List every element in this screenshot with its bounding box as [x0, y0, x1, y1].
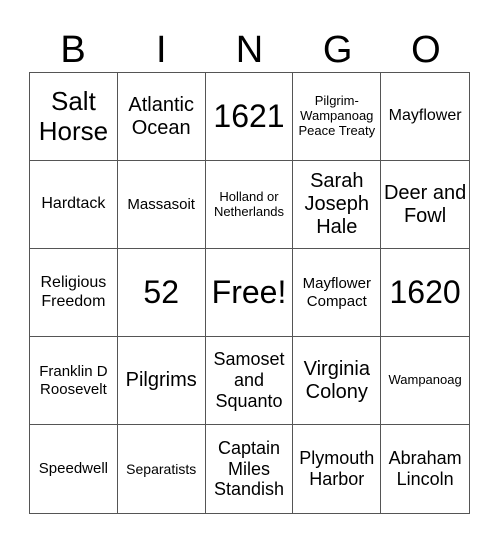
bingo-header: B I N G O [29, 28, 470, 72]
bingo-cell[interactable]: Sarah Joseph Hale [293, 161, 382, 249]
bingo-cell[interactable]: 52 [117, 249, 206, 337]
bingo-cell[interactable]: 1621 [205, 73, 294, 161]
free-space-cell[interactable]: Free! [205, 249, 294, 337]
bingo-cell[interactable]: Speedwell [30, 425, 118, 513]
header-letter-o: O [411, 29, 441, 71]
header-letter-n: N [235, 29, 264, 71]
bingo-cell[interactable]: Pilgrim-Wampanoag Peace Treaty [293, 73, 382, 161]
header-letter-g: G [322, 29, 353, 71]
bingo-cell[interactable]: Pilgrims [117, 337, 206, 425]
bingo-cell[interactable]: Separatists [118, 425, 206, 513]
bingo-cell[interactable]: Captain Miles Standish [206, 425, 294, 513]
bingo-cell[interactable]: 1620 [381, 249, 469, 337]
bingo-cell[interactable]: Wampanoag [381, 337, 469, 425]
bingo-card: Salt Horse Atlantic Ocean 1621 Pilgrim-Wamp… [29, 72, 470, 514]
bingo-cell[interactable]: Holland or Netherlands [205, 161, 294, 249]
bingo-cell[interactable]: Mayflower [381, 73, 469, 161]
bingo-cell[interactable]: Mayflower Compact [293, 249, 382, 337]
header-letter-b: B [60, 29, 86, 71]
bingo-cell[interactable]: Deer and Fowl [381, 161, 469, 249]
bingo-cell[interactable]: Abraham Lincoln [381, 425, 469, 513]
bingo-cell[interactable]: Religious Freedom [30, 249, 118, 337]
bingo-cell[interactable]: Franklin D Roosevelt [30, 337, 118, 425]
bingo-cell[interactable]: Atlantic Ocean [117, 73, 206, 161]
bingo-cell[interactable]: Massasoit [117, 161, 206, 249]
bingo-cell[interactable]: Plymouth Harbor [293, 425, 382, 513]
bingo-cell[interactable]: Salt Horse [30, 73, 118, 161]
bingo-cell[interactable]: Hardtack [30, 161, 118, 249]
bingo-cell[interactable]: Samoset and Squanto [205, 337, 294, 425]
header-letter-i: I [156, 29, 167, 71]
bingo-cell[interactable]: Virginia Colony [293, 337, 382, 425]
